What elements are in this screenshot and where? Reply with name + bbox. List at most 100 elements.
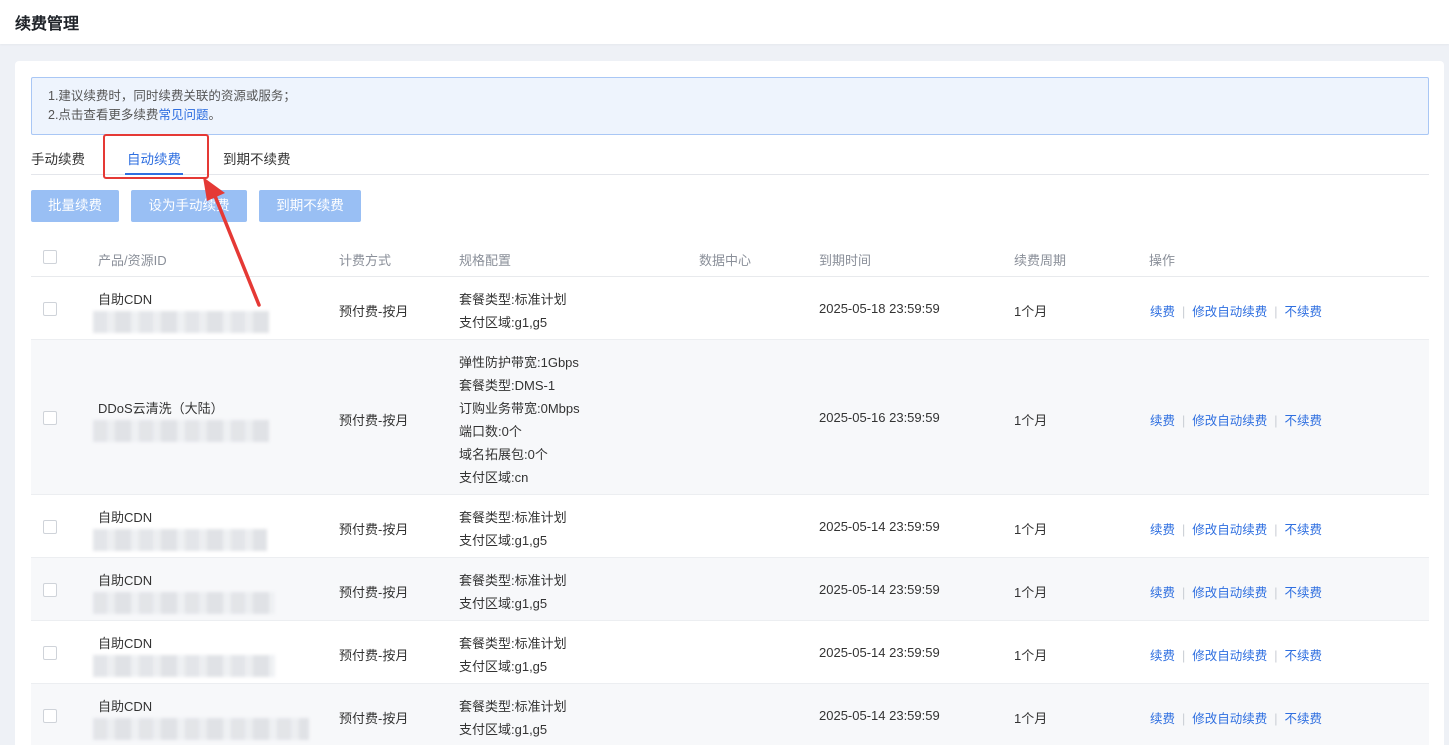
spec-config: 弹性防护带宽:1Gbps 套餐类型:DMS-1 订购业务带宽:0Mbps 端口数:0个… — [459, 351, 580, 489]
billing-method: 预付费-按月 — [339, 584, 409, 600]
cancel-renew-link[interactable]: 不续费 — [1285, 712, 1323, 726]
action-separator: | — [1182, 585, 1186, 600]
select-all-checkbox[interactable] — [43, 250, 57, 264]
spec-line: 支付区域:g1,g5 — [459, 658, 548, 674]
spec-config: 套餐类型:标准计划 支付区域:g1,g5 — [459, 288, 567, 334]
resource-id-redacted — [93, 717, 309, 740]
product-name: DDoS云清洗（大陆） — [98, 400, 224, 416]
row-actions: 续费 | 修改自动续费 | 不续费 — [1150, 708, 1322, 727]
billing-method: 预付费-按月 — [339, 710, 409, 726]
table-row: 自助CDN 预付费-按月 套餐类型:标准计划 支付区域:g1,g5 2025-05-18… — [31, 277, 1429, 340]
table-row: 自助CDN 预付费-按月 套餐类型:标准计划 支付区域:g1,g5 2025-05-14… — [31, 621, 1429, 684]
renew-period: 1个月 — [1014, 303, 1048, 319]
modify-auto-renew-link[interactable]: 修改自动续费 — [1192, 305, 1267, 319]
spec-config: 套餐类型:标准计划 支付区域:g1,g5 — [459, 506, 567, 552]
main-card: 1.建议续费时，同时续费关联的资源或服务； 2.点击查看更多续费常见问题。 手动… — [15, 61, 1444, 745]
resource-id-redacted — [93, 310, 269, 333]
no-renew-button[interactable]: 到期不续费 — [259, 190, 361, 222]
header-period: 续费周期 — [1014, 253, 1067, 268]
spec-config: 套餐类型:标准计划 支付区域:g1,g5 — [459, 569, 567, 615]
renew-link[interactable]: 续费 — [1150, 649, 1175, 663]
spec-line: 套餐类型:标准计划 — [459, 698, 567, 714]
row-checkbox[interactable] — [43, 410, 57, 425]
billing-method: 预付费-按月 — [339, 521, 409, 537]
resource-id-redacted — [93, 419, 269, 442]
batch-renew-button[interactable]: 批量续费 — [31, 190, 119, 222]
table-body: 自助CDN 预付费-按月 套餐类型:标准计划 支付区域:g1,g5 2025-05-18… — [31, 277, 1429, 745]
page-title: 续费管理 — [15, 16, 80, 33]
expire-time: 2025-05-14 23:59:59 — [819, 518, 940, 534]
spec-line: 支付区域:g1,g5 — [459, 532, 548, 548]
set-manual-renew-button[interactable]: 设为手动续费 — [131, 190, 247, 222]
tab-no-renew[interactable]: 到期不续费 — [223, 148, 291, 168]
cancel-renew-link[interactable]: 不续费 — [1285, 523, 1323, 537]
header-datacenter: 数据中心 — [699, 253, 752, 268]
modify-auto-renew-link[interactable]: 修改自动续费 — [1192, 523, 1267, 537]
renew-link[interactable]: 续费 — [1150, 586, 1175, 600]
renew-link[interactable]: 续费 — [1150, 523, 1175, 537]
renew-period: 1个月 — [1014, 584, 1048, 600]
spec-line: 支付区域:g1,g5 — [459, 595, 548, 611]
header-product: 产品/资源ID — [98, 253, 167, 268]
cancel-renew-link[interactable]: 不续费 — [1285, 649, 1323, 663]
table-header: 产品/资源ID 计费方式 规格配置 数据中心 到期时间 续费周期 操作 — [31, 237, 1429, 277]
top-bar: 续费管理 — [0, 0, 1449, 44]
spec-line: 套餐类型:DMS-1 — [459, 377, 556, 393]
row-checkbox[interactable] — [43, 519, 57, 534]
product-name: 自助CDN — [98, 698, 153, 714]
renew-table: 产品/资源ID 计费方式 规格配置 数据中心 到期时间 续费周期 操作 自助CD… — [31, 237, 1429, 745]
action-separator: | — [1182, 522, 1186, 537]
spec-line: 弹性防护带宽:1Gbps — [459, 354, 579, 370]
spec-line: 支付区域:cn — [459, 469, 529, 485]
row-actions: 续费 | 修改自动续费 | 不续费 — [1150, 301, 1322, 320]
product-name: 自助CDN — [98, 509, 153, 525]
expire-time: 2025-05-14 23:59:59 — [819, 644, 940, 660]
notice-banner: 1.建议续费时，同时续费关联的资源或服务； 2.点击查看更多续费常见问题。 — [31, 77, 1429, 135]
header-billing: 计费方式 — [339, 253, 392, 268]
resource-id-redacted — [93, 591, 275, 614]
product-name: 自助CDN — [98, 291, 153, 307]
billing-method: 预付费-按月 — [339, 303, 409, 319]
spec-line: 支付区域:g1,g5 — [459, 314, 548, 330]
product-name: 自助CDN — [98, 635, 153, 651]
cancel-renew-link[interactable]: 不续费 — [1285, 414, 1323, 428]
spec-line: 套餐类型:标准计划 — [459, 291, 567, 307]
renew-period: 1个月 — [1014, 647, 1048, 663]
billing-method: 预付费-按月 — [339, 647, 409, 663]
table-row: 自助CDN 预付费-按月 套餐类型:标准计划 支付区域:g1,g5 2025-05-14… — [31, 495, 1429, 558]
modify-auto-renew-link[interactable]: 修改自动续费 — [1192, 712, 1267, 726]
spec-config: 套餐类型:标准计划 支付区域:g1,g5 — [459, 695, 567, 741]
renew-link[interactable]: 续费 — [1150, 414, 1175, 428]
row-checkbox[interactable] — [43, 645, 57, 660]
spec-line: 端口数:0个 — [459, 423, 522, 439]
modify-auto-renew-link[interactable]: 修改自动续费 — [1192, 649, 1267, 663]
modify-auto-renew-link[interactable]: 修改自动续费 — [1192, 414, 1267, 428]
header-spec: 规格配置 — [459, 253, 512, 268]
row-checkbox[interactable] — [43, 301, 57, 316]
row-checkbox[interactable] — [43, 708, 57, 723]
renew-link[interactable]: 续费 — [1150, 712, 1175, 726]
renew-period: 1个月 — [1014, 412, 1048, 428]
tab-manual-renew[interactable]: 手动续费 — [31, 148, 85, 168]
faq-link[interactable]: 常见问题 — [158, 108, 208, 122]
header-expire: 到期时间 — [819, 253, 872, 268]
notice-line-2: 2.点击查看更多续费常见问题。 — [48, 108, 221, 122]
spec-line: 域名拓展包:0个 — [459, 446, 548, 462]
cancel-renew-link[interactable]: 不续费 — [1285, 305, 1323, 319]
notice-line-1: 1.建议续费时，同时续费关联的资源或服务； — [48, 89, 296, 103]
row-actions: 续费 | 修改自动续费 | 不续费 — [1150, 645, 1322, 664]
renew-link[interactable]: 续费 — [1150, 305, 1175, 319]
expire-time: 2025-05-18 23:59:59 — [819, 300, 940, 316]
table-row: DDoS云清洗（大陆） 预付费-按月 弹性防护带宽:1Gbps 套餐类型:DMS-1 订… — [31, 340, 1429, 495]
tab-auto-renew[interactable]: 自动续费 — [127, 148, 181, 168]
modify-auto-renew-link[interactable]: 修改自动续费 — [1192, 586, 1267, 600]
expire-time: 2025-05-14 23:59:59 — [819, 581, 940, 597]
row-actions: 续费 | 修改自动续费 | 不续费 — [1150, 410, 1322, 429]
row-checkbox[interactable] — [43, 582, 57, 597]
expire-time: 2025-05-16 23:59:59 — [819, 409, 940, 425]
spec-line: 支付区域:g1,g5 — [459, 721, 548, 737]
action-separator: | — [1274, 711, 1278, 726]
action-separator: | — [1274, 648, 1278, 663]
cancel-renew-link[interactable]: 不续费 — [1285, 586, 1323, 600]
action-separator: | — [1182, 711, 1186, 726]
